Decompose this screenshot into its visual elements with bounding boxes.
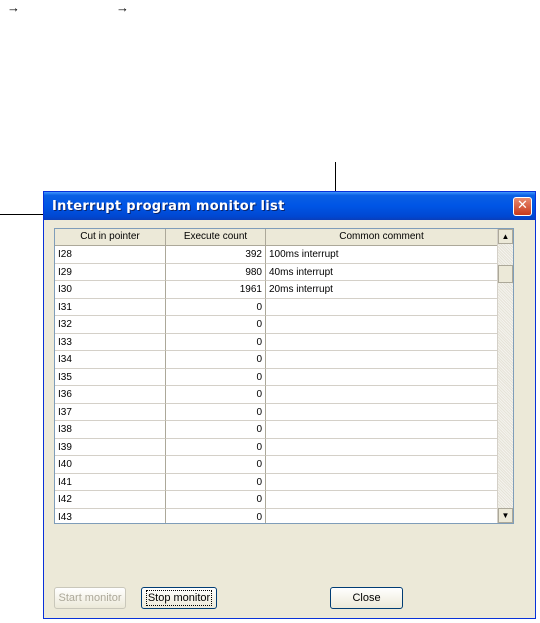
table-row[interactable]: I36 0	[55, 386, 498, 404]
table-row[interactable]: I43 0	[55, 508, 498, 523]
execute-count-cell[interactable]: 1961	[166, 281, 266, 299]
start-monitor-label: Start monitor	[58, 592, 122, 604]
table-row[interactable]: I34 0	[55, 351, 498, 369]
cut-in-pointer-cell[interactable]: I37	[55, 403, 166, 421]
common-comment-cell[interactable]: 40ms interrupt	[266, 263, 498, 281]
table-row[interactable]: I32 0	[55, 316, 498, 334]
table-row[interactable]: I35 0	[55, 368, 498, 386]
table-row[interactable]: I28 392 100ms interrupt	[55, 246, 498, 264]
execute-count-cell[interactable]: 0	[166, 368, 266, 386]
execute-count-cell[interactable]: 0	[166, 298, 266, 316]
execute-count-cell[interactable]: 0	[166, 491, 266, 509]
common-comment-cell[interactable]	[266, 491, 498, 509]
execute-count-cell[interactable]: 0	[166, 333, 266, 351]
execute-count-cell[interactable]: 0	[166, 386, 266, 404]
cut-in-pointer-cell[interactable]: I35	[55, 368, 166, 386]
scrollbar-thumb[interactable]	[498, 265, 513, 283]
execute-count-cell[interactable]: 0	[166, 351, 266, 369]
cut-in-pointer-cell[interactable]: I38	[55, 421, 166, 439]
table-row[interactable]: I40 0	[55, 456, 498, 474]
interrupt-table[interactable]: Cut in pointer Execute count Common comm…	[54, 228, 514, 524]
cut-in-pointer-cell[interactable]: I36	[55, 386, 166, 404]
cut-in-pointer-cell[interactable]: I34	[55, 351, 166, 369]
cut-in-pointer-cell[interactable]: I40	[55, 456, 166, 474]
cut-in-pointer-cell[interactable]: I30	[55, 281, 166, 299]
cut-in-pointer-cell[interactable]: I43	[55, 508, 166, 523]
common-comment-cell[interactable]	[266, 456, 498, 474]
scroll-down-icon[interactable]: ▼	[498, 508, 513, 523]
close-icon[interactable]: ✕	[513, 197, 532, 216]
cut-in-pointer-cell[interactable]: I39	[55, 438, 166, 456]
cut-in-pointer-cell[interactable]: I41	[55, 473, 166, 491]
close-label: Close	[352, 592, 381, 604]
cut-in-pointer-cell[interactable]: I42	[55, 491, 166, 509]
table-body: I28 392 100ms interrupt I29 980 40ms interrup…	[55, 246, 498, 523]
execute-count-cell[interactable]: 0	[166, 456, 266, 474]
table-row[interactable]: I41 0	[55, 473, 498, 491]
title-bar[interactable]: Interrupt program monitor list ✕	[44, 192, 535, 220]
start-monitor-button[interactable]: Start monitor	[54, 587, 126, 609]
common-comment-cell[interactable]	[266, 368, 498, 386]
table-row[interactable]: I31 0	[55, 298, 498, 316]
common-comment-cell[interactable]: 20ms interrupt	[266, 281, 498, 299]
cut-in-pointer-cell[interactable]: I28	[55, 246, 166, 264]
table-header: Cut in pointer Execute count Common comm…	[55, 229, 498, 246]
annotation-arrow-2: →	[116, 0, 129, 15]
execute-count-cell[interactable]: 980	[166, 263, 266, 281]
execute-count-cell[interactable]: 0	[166, 438, 266, 456]
table-row[interactable]: I38 0	[55, 421, 498, 439]
execute-count-cell[interactable]: 0	[166, 316, 266, 334]
table-row[interactable]: I33 0	[55, 333, 498, 351]
cut-in-pointer-cell[interactable]: I29	[55, 263, 166, 281]
column-header-cut-in-pointer[interactable]: Cut in pointer	[55, 229, 166, 246]
column-header-common-comment[interactable]: Common comment	[266, 229, 498, 246]
stop-monitor-label: Stop monitor	[145, 590, 213, 606]
execute-count-cell[interactable]: 392	[166, 246, 266, 264]
cut-in-pointer-cell[interactable]: I32	[55, 316, 166, 334]
table-row[interactable]: I29 980 40ms interrupt	[55, 263, 498, 281]
close-button[interactable]: Close	[330, 587, 403, 609]
table-row[interactable]: I39 0	[55, 438, 498, 456]
window-title: Interrupt program monitor list	[52, 199, 285, 214]
common-comment-cell[interactable]	[266, 298, 498, 316]
common-comment-cell[interactable]: 100ms interrupt	[266, 246, 498, 264]
execute-count-cell[interactable]: 0	[166, 473, 266, 491]
execute-count-cell[interactable]: 0	[166, 421, 266, 439]
cut-in-pointer-cell[interactable]: I31	[55, 298, 166, 316]
execute-count-cell[interactable]: 0	[166, 508, 266, 523]
common-comment-cell[interactable]	[266, 438, 498, 456]
common-comment-cell[interactable]	[266, 333, 498, 351]
vertical-scrollbar[interactable]: ▲ ▼	[497, 229, 513, 523]
common-comment-cell[interactable]	[266, 316, 498, 334]
common-comment-cell[interactable]	[266, 421, 498, 439]
common-comment-cell[interactable]	[266, 508, 498, 523]
common-comment-cell[interactable]	[266, 386, 498, 404]
table-row[interactable]: I42 0	[55, 491, 498, 509]
common-comment-cell[interactable]	[266, 473, 498, 491]
column-header-execute-count[interactable]: Execute count	[166, 229, 266, 246]
cut-in-pointer-cell[interactable]: I33	[55, 333, 166, 351]
common-comment-cell[interactable]	[266, 403, 498, 421]
common-comment-cell[interactable]	[266, 351, 498, 369]
annotation-arrow-1: →	[7, 0, 20, 15]
stop-monitor-button[interactable]: Stop monitor	[141, 587, 217, 609]
interrupt-monitor-dialog: Interrupt program monitor list ✕ Cut in …	[43, 191, 536, 619]
execute-count-cell[interactable]: 0	[166, 403, 266, 421]
table-row[interactable]: I30 1961 20ms interrupt	[55, 281, 498, 299]
scroll-up-icon[interactable]: ▲	[498, 229, 513, 244]
table-row[interactable]: I37 0	[55, 403, 498, 421]
